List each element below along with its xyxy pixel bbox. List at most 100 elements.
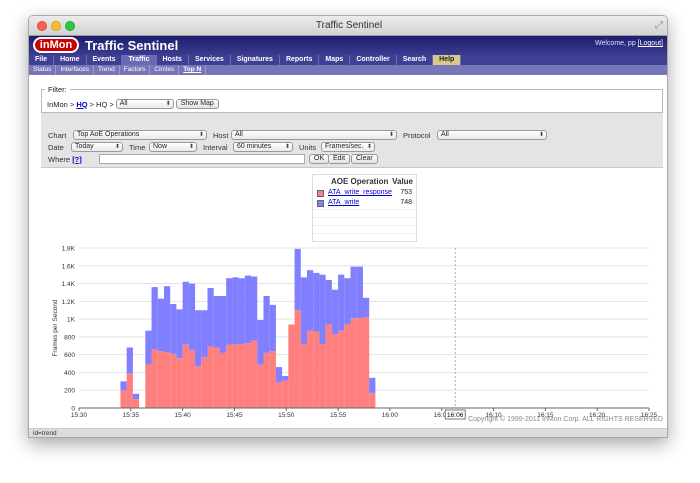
legend-divider [313,225,416,226]
main-menu: File Home Events Traffic Hosts Services … [29,55,667,65]
legend-divider [313,209,416,210]
menu-search[interactable]: Search [397,55,434,65]
menu-reports[interactable]: Reports [280,55,320,65]
query-controls: Chart Top AoE Operations Host All Protoc… [41,113,663,168]
submenu-interfaces[interactable]: Interfaces [56,65,94,75]
bar-ata-write-response [282,380,289,408]
y-tick-label: 800 [64,334,75,341]
menu-file[interactable]: File [29,55,55,65]
bar-ata-write-response [126,373,133,408]
legend-swatch-write-response [317,190,324,197]
bar-ata-write [356,266,363,319]
submenu-trend[interactable]: Trend [94,65,120,75]
x-tick-label: 15:30 [71,412,88,419]
app-title: Traffic Sentinel [85,38,179,53]
host-select[interactable]: All [231,130,397,140]
bar-ata-write [313,272,320,332]
bar-ata-write [257,320,264,365]
bar-ata-write-response [263,352,270,408]
legend-link-write-response[interactable]: ATA_write_response [328,189,392,196]
submenu-circles[interactable]: Circles [150,65,180,75]
bar-ata-write-response [151,349,158,408]
y-tick-label: 1K [67,317,76,324]
bar-ata-write [145,330,152,365]
legend-value: 748 [400,199,412,206]
app-header: inMon Traffic Sentinel Welcome, pp [Logo… [29,36,667,55]
bar-ata-write [207,288,214,347]
inmon-logo[interactable]: inMon [33,37,79,53]
bar-ata-write [350,266,357,319]
bar-ata-write-response [307,330,314,408]
menu-hosts[interactable]: Hosts [157,55,189,65]
traffic-chart: 02004006008001K1.2K1.4K1.6K1.8KFrames pe… [52,246,658,420]
menu-help[interactable]: Help [433,55,462,65]
bar-ata-write-response [319,344,326,408]
bar-ata-write-response [350,318,357,408]
crumb-prefix: InMon > [47,99,75,109]
bar-ata-write-response [238,344,245,408]
menu-controller[interactable]: Controller [350,55,397,65]
bar-ata-write-response [132,399,140,408]
filter-legend: Filter: [45,85,70,94]
submenu-status[interactable]: Status [29,65,57,75]
bar-ata-write [170,304,177,354]
bar-ata-write-response [362,317,370,408]
crumb-hq-link[interactable]: HQ [76,100,87,109]
menu-signatures[interactable]: Signatures [231,55,280,65]
clear-button[interactable]: Clear [351,154,378,164]
where-input[interactable] [99,154,305,164]
legend-table: AOE Operation Value ATA_write_response 7… [312,174,417,242]
bar-ata-write-response [275,382,283,408]
menu-traffic[interactable]: Traffic [122,55,157,65]
time-label: Time [129,143,146,152]
bar-ata-write [282,376,289,381]
logout-link[interactable]: [Logout] [638,40,663,47]
edit-button[interactable]: Edit [328,154,351,164]
bar-ata-write-response [232,344,239,408]
fullscreen-icon[interactable]: ⤢ [655,20,663,31]
status-bar: id=trend [29,429,667,437]
bar-ata-write [338,274,345,331]
welcome-text: Welcome, pp [Logout] [595,40,663,47]
units-select[interactable]: Frames/sec. [321,142,375,152]
menu-home[interactable]: Home [54,55,87,65]
time-cursor-label: 16:06 [447,412,464,419]
menu-maps[interactable]: Maps [319,55,351,65]
bar-ata-write-response [157,351,164,408]
legend-col-value: Value [392,177,413,186]
copyright: Copyright © 1999-2011 InMon Corp. ALL RI… [468,416,663,423]
protocol-label: Protocol [403,131,431,140]
legend-swatch-write [317,200,324,207]
menu-services[interactable]: Services [189,55,231,65]
bar-ata-write-response [325,324,332,408]
bar-ata-write-response [120,390,127,408]
bar-ata-write-response [288,324,295,408]
interval-label: Interval [203,143,228,152]
ok-button[interactable]: OK [309,154,330,164]
scope-select[interactable]: All [115,99,174,109]
bar-ata-write [344,278,351,325]
y-tick-label: 400 [64,370,75,377]
bar-ata-write [319,274,326,344]
show-map-button[interactable]: Show Map [175,99,219,109]
bar-ata-write [151,287,158,350]
bar-ata-write [188,283,196,351]
legend-link-write[interactable]: ATA_write [328,199,359,206]
where-help-link[interactable]: [?] [72,155,82,164]
protocol-select[interactable]: All [437,130,547,140]
bar-ata-write-response [244,343,252,408]
bar-ata-write-response [344,324,351,408]
bar-ata-write-response [338,330,345,408]
bar-ata-write-response [176,358,183,408]
submenu-top-n[interactable]: Top N [179,65,207,75]
bar-ata-write-response [163,352,171,408]
menu-events[interactable]: Events [87,55,123,65]
bar-ata-write-response [219,352,227,408]
date-select[interactable]: Today [71,142,123,152]
chart-select[interactable]: Top AoE Operations [73,130,207,140]
interval-select[interactable]: 60 minutes [233,142,293,152]
bar-ata-write [126,347,133,374]
submenu-factors[interactable]: Factors [120,65,151,75]
where-label-text: Where [48,155,71,164]
time-select[interactable]: Now [149,142,197,152]
